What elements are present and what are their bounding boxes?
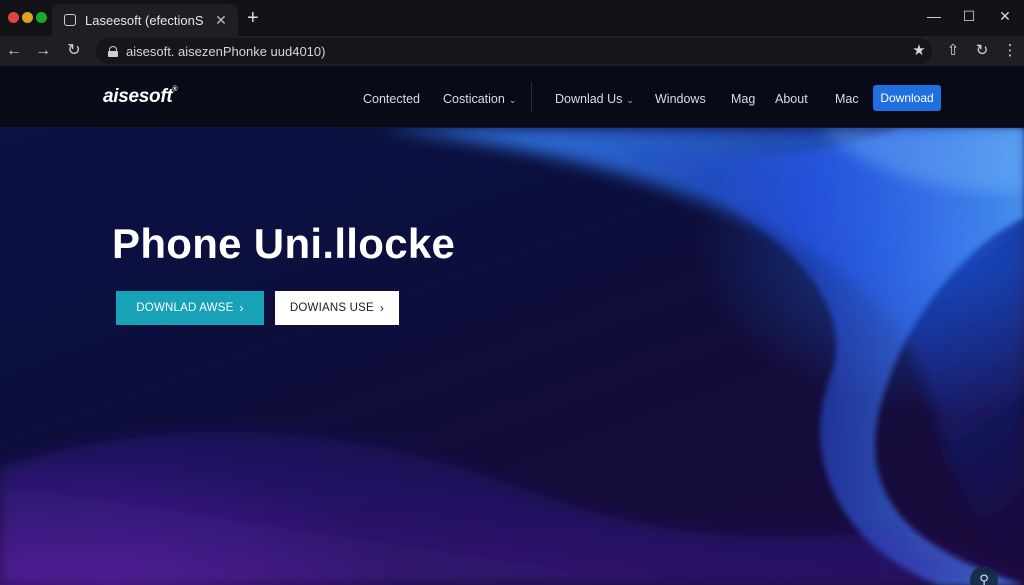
download-secondary-button[interactable]: DOWIANS USE ›	[275, 291, 399, 325]
nav-item-costication[interactable]: Costication ⌄	[443, 92, 516, 106]
minimize-window-dot[interactable]	[22, 12, 33, 23]
zoom-window-dot[interactable]	[36, 12, 47, 23]
nav-item-contected[interactable]: Contected	[363, 92, 420, 106]
lock-icon	[108, 45, 118, 57]
url-text: aisesoft. aisezenPhonke uud4010)	[126, 43, 326, 59]
page-icon	[64, 14, 76, 26]
close-tab-icon[interactable]: ✕	[210, 12, 232, 29]
browser-tab[interactable]: Laseesoft (efectionS ✕	[52, 4, 238, 36]
download-primary-button[interactable]: DOWNLAD AWSE ›	[116, 291, 264, 325]
site-header: aisesoft® Contected Costication ⌄ Downlad…	[0, 66, 1024, 128]
forward-icon[interactable]: →	[32, 41, 54, 61]
bookmark-star-icon[interactable]: ★	[908, 41, 930, 61]
chevron-right-icon: ›	[379, 301, 385, 315]
back-icon[interactable]: ←	[3, 41, 25, 61]
nav-divider	[531, 82, 532, 112]
refresh-icon[interactable]: ↻	[971, 41, 993, 61]
site-logo[interactable]: aisesoft®	[103, 86, 178, 108]
new-tab-button[interactable]: +	[247, 7, 259, 29]
abstract-wave-background	[0, 128, 1024, 585]
browser-toolbar: ← → ↻ aisesoft. aisezenPhonke uud4010) ★…	[0, 36, 1024, 66]
maximize-icon[interactable]: ☐	[959, 8, 979, 25]
menu-icon[interactable]: ⋮	[999, 41, 1021, 61]
hero-section: Phone Uni.llocke DOWNLAD AWSE › DOWIANS U…	[0, 128, 1024, 585]
address-bar[interactable]: aisesoft. aisezenPhonke uud4010)	[96, 38, 932, 64]
nav-item-mag[interactable]: Mag	[731, 92, 755, 106]
reload-icon[interactable]: ↻	[63, 41, 85, 61]
nav-item-downlad-us[interactable]: Downlad Us ⌄	[555, 92, 634, 106]
download-button[interactable]: Download	[873, 85, 941, 111]
chevron-down-icon: ⌄	[626, 95, 634, 105]
chevron-right-icon: ›	[239, 301, 244, 315]
close-window-dot[interactable]	[8, 12, 19, 23]
browser-tab-strip: Laseesoft (efectionS ✕ + — ☐ ✕	[0, 0, 1024, 36]
hero-title: Phone Uni.llocke	[112, 220, 456, 267]
nav-item-mac[interactable]: Mac	[835, 92, 859, 106]
tab-title: Laseesoft (efectionS	[85, 12, 204, 28]
nav-item-about[interactable]: About	[775, 92, 808, 106]
chevron-down-icon: ⌄	[508, 95, 517, 105]
minimize-icon[interactable]: —	[924, 8, 944, 24]
close-icon[interactable]: ✕	[995, 8, 1015, 25]
nav-item-windows[interactable]: Windows	[655, 92, 706, 106]
share-icon[interactable]: ⇧	[942, 41, 964, 61]
